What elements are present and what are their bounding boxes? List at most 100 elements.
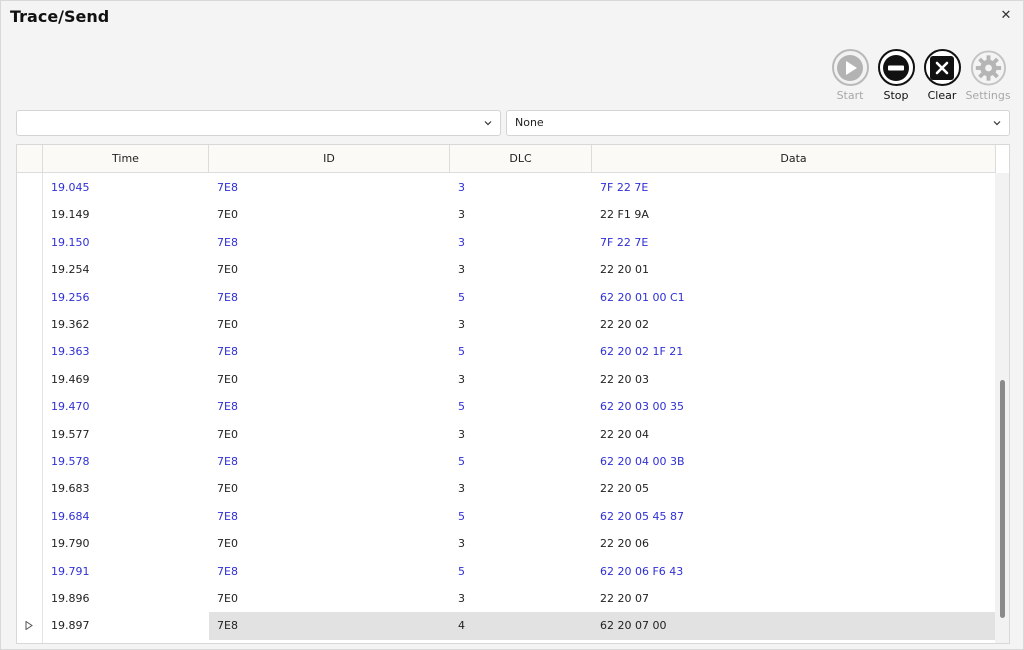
cell-time: 19.896 (51, 592, 90, 605)
table-row[interactable]: 19.256 7E8 5 62 20 01 00 C1 (17, 284, 996, 311)
cell-data: 22 20 04 (600, 427, 649, 441)
cell-time: 19.150 (51, 235, 90, 249)
cell-id: 7E8 (217, 290, 238, 304)
cell-id: 7E0 (217, 537, 238, 551)
table-row[interactable]: 19.896 7E0 3 22 20 07 (17, 585, 996, 612)
cell-id: 7E0 (217, 482, 238, 496)
cell-dlc: 3 (458, 318, 465, 331)
cell-id: 7E0 (217, 208, 238, 222)
cell-id: 7E0 (217, 427, 238, 441)
cell-dlc: 3 (458, 208, 465, 222)
cell-id: 7E8 (217, 455, 238, 468)
cell-id: 7E0 (217, 318, 238, 331)
cell-id: 7E8 (217, 509, 238, 523)
cell-dlc: 5 (458, 290, 465, 304)
cell-dlc: 5 (458, 564, 465, 578)
cell-id: 7E0 (217, 372, 238, 386)
cell-data: 62 20 03 00 35 (600, 400, 684, 414)
filter-select-right[interactable]: None (506, 110, 1010, 136)
cell-time: 19.791 (51, 564, 90, 578)
table-row[interactable]: 19.362 7E0 3 22 20 02 (17, 311, 996, 338)
cell-data: 62 20 01 00 C1 (600, 290, 685, 304)
window-title: Trace/Send (10, 7, 110, 26)
filter-bar: None (16, 110, 1010, 136)
cell-id: 7E0 (217, 592, 238, 605)
table-header: Time ID DLC Data (17, 145, 996, 173)
cell-data: 62 20 07 00 (600, 619, 667, 633)
cell-time: 19.149 (51, 208, 90, 222)
table-row[interactable]: 19.578 7E8 5 62 20 04 00 3B (17, 448, 996, 475)
cell-dlc: 4 (458, 619, 465, 633)
column-header-id[interactable]: ID (209, 145, 450, 173)
cell-dlc: 5 (458, 509, 465, 523)
cell-time: 19.578 (51, 455, 90, 468)
cell-dlc: 3 (458, 427, 465, 441)
table-row[interactable]: 19.684 7E8 5 62 20 05 45 87 (17, 503, 996, 530)
trace-send-window: Trace/Send ✕ Start Stop Clear Settings N… (0, 0, 1024, 650)
clear-button[interactable]: Clear (919, 49, 965, 102)
cell-dlc: 3 (458, 592, 465, 605)
cell-time: 19.254 (51, 263, 90, 277)
table-row[interactable]: 19.045 7E8 3 7F 22 7E (17, 174, 996, 201)
row-indicator-icon (25, 621, 33, 631)
table-row[interactable]: 19.577 7E0 3 22 20 04 (17, 421, 996, 448)
cell-time: 19.256 (51, 290, 90, 304)
cell-dlc: 5 (458, 400, 465, 414)
cell-dlc: 5 (458, 455, 465, 468)
cell-id: 7E0 (217, 263, 238, 277)
vertical-scrollbar[interactable] (995, 173, 1009, 643)
cell-time: 19.469 (51, 372, 90, 386)
table-row[interactable]: 19.897 7E8 4 62 20 07 00 (17, 612, 996, 640)
stop-button[interactable]: Stop (873, 49, 919, 102)
start-button[interactable]: Start (827, 49, 873, 102)
gear-icon (970, 49, 1007, 86)
cell-dlc: 3 (458, 372, 465, 386)
stop-label: Stop (883, 89, 909, 102)
table-row[interactable]: 19.254 7E0 3 22 20 01 (17, 256, 996, 283)
cell-time: 19.363 (51, 345, 90, 359)
cell-data: 22 20 05 (600, 482, 649, 496)
table-row[interactable]: 19.683 7E0 3 22 20 05 (17, 475, 996, 502)
cell-data: 22 F1 9A (600, 208, 649, 222)
filter-select-right-value: None (515, 116, 544, 129)
cell-data: 22 20 06 (600, 537, 649, 551)
cell-time: 19.045 (51, 181, 90, 194)
cell-dlc: 3 (458, 263, 465, 277)
cell-time: 19.362 (51, 318, 90, 331)
close-icon[interactable]: ✕ (999, 9, 1013, 23)
cell-dlc: 3 (458, 181, 465, 194)
scrollbar-thumb[interactable] (1000, 380, 1005, 618)
toolbar: Start Stop Clear Settings (827, 49, 1011, 102)
cell-time: 19.683 (51, 482, 90, 496)
cell-time: 19.577 (51, 427, 90, 441)
table-row[interactable]: 19.790 7E0 3 22 20 06 (17, 530, 996, 557)
table-row[interactable]: 19.791 7E8 5 62 20 06 F6 43 (17, 558, 996, 585)
cell-data: 22 20 03 (600, 372, 649, 386)
table-row[interactable]: 19.150 7E8 3 7F 22 7E (17, 229, 996, 256)
column-header-time[interactable]: Time (43, 145, 209, 173)
table-row[interactable]: 19.470 7E8 5 62 20 03 00 35 (17, 393, 996, 420)
play-icon (831, 49, 869, 86)
cell-time: 19.790 (51, 537, 90, 551)
clear-label: Clear (927, 89, 957, 102)
cell-data: 22 20 01 (600, 263, 649, 277)
table-row[interactable]: 19.149 7E0 3 22 F1 9A (17, 201, 996, 228)
table-row[interactable]: 19.363 7E8 5 62 20 02 1F 21 (17, 338, 996, 365)
column-header-data[interactable]: Data (592, 145, 996, 173)
trace-table: Time ID DLC Data 19.045 7E8 3 7F 22 7E 19.14… (16, 144, 1010, 644)
cell-id: 7E8 (217, 345, 238, 359)
cell-dlc: 3 (458, 537, 465, 551)
cell-data: 62 20 05 45 87 (600, 509, 684, 523)
header-indicator-cell (17, 145, 43, 173)
cell-data: 62 20 04 00 3B (600, 455, 685, 468)
table-row[interactable]: 19.469 7E0 3 22 20 03 (17, 366, 996, 393)
settings-button[interactable]: Settings (965, 49, 1011, 102)
cell-data: 7F 22 7E (600, 181, 649, 194)
cell-data: 22 20 07 (600, 592, 649, 605)
cell-time: 19.897 (51, 619, 90, 633)
filter-select-left[interactable] (16, 110, 501, 136)
chevron-down-icon (484, 121, 492, 126)
column-header-dlc[interactable]: DLC (450, 145, 592, 173)
settings-label: Settings (965, 89, 1011, 102)
cell-id: 7E8 (217, 564, 238, 578)
